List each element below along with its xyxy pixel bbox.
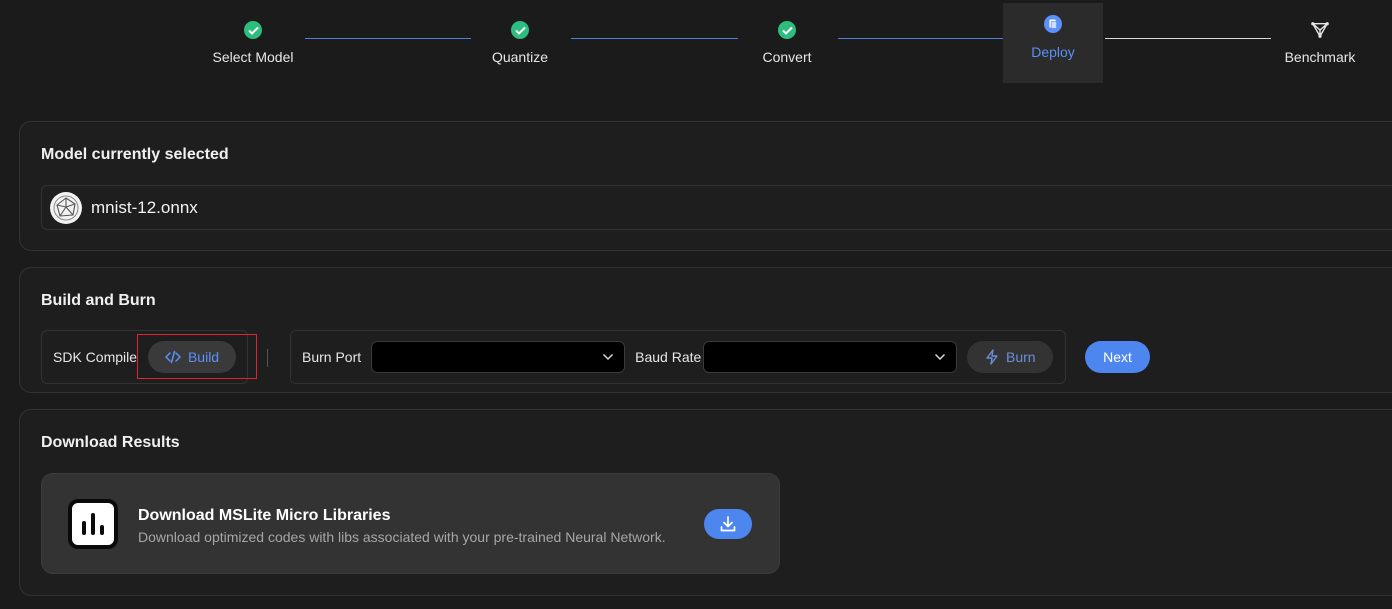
onnx-logo-icon: [50, 191, 82, 224]
step-connector-1: [305, 38, 471, 39]
build-highlight-box: [137, 334, 257, 379]
check-circle-icon: [511, 21, 529, 39]
step-label: Select Model: [212, 49, 294, 65]
download-card: Download Results Download MSLite Micro L…: [19, 409, 1392, 596]
step-connector-2: [571, 38, 738, 39]
step-label: Benchmark: [1284, 49, 1356, 65]
step-convert[interactable]: Convert: [737, 0, 837, 82]
deploy-icon: [1044, 15, 1062, 33]
model-section-title: Model currently selected: [41, 146, 229, 163]
model-name: mnist-12.onnx: [91, 197, 198, 217]
build-section-title: Build and Burn: [41, 292, 156, 309]
baud-rate-select[interactable]: [703, 341, 958, 373]
mslite-logo-icon: [68, 499, 118, 549]
step-label: Quantize: [491, 49, 549, 65]
step-label: Convert: [762, 49, 812, 65]
download-item: Download MSLite Micro Libraries Download…: [41, 473, 780, 574]
burn-button-label: Burn: [1006, 349, 1036, 365]
step-label: Deploy: [1031, 44, 1075, 60]
burn-button[interactable]: Burn: [967, 341, 1054, 373]
step-connector-4: [1105, 38, 1271, 39]
build-burn-card: Build and Burn SDK Compile Build Burn Po…: [19, 267, 1392, 393]
download-section-title: Download Results: [41, 434, 180, 451]
progress-stepper: Select Model Quantize Convert Deploy Ben…: [0, 0, 1392, 100]
baud-rate-label: Baud Rate: [635, 349, 702, 365]
step-benchmark[interactable]: Benchmark: [1270, 0, 1370, 82]
burn-port-select[interactable]: [371, 341, 626, 373]
check-circle-icon: [778, 21, 796, 39]
group-divider: [267, 349, 268, 367]
step-connector-3: [838, 38, 1005, 39]
sdk-compile-label: SDK Compile: [53, 349, 138, 365]
step-select-model[interactable]: Select Model: [203, 0, 303, 82]
chevron-down-icon: [603, 353, 614, 361]
download-item-description: Download optimized codes with libs assoc…: [138, 529, 666, 545]
model-card: Model currently selected mnist-12.onnx: [19, 121, 1392, 251]
step-deploy[interactable]: Deploy: [1003, 3, 1103, 83]
download-icon: [720, 516, 736, 532]
burn-port-label: Burn Port: [302, 349, 362, 365]
chevron-down-icon: [935, 353, 946, 361]
check-circle-icon: [244, 21, 262, 39]
benchmark-icon: [1311, 22, 1329, 38]
lightning-icon: [986, 349, 998, 365]
step-quantize[interactable]: Quantize: [470, 0, 570, 82]
download-item-title: Download MSLite Micro Libraries: [138, 507, 391, 524]
burn-group: Burn Port Baud Rate Burn: [290, 330, 1066, 384]
selected-model-row: mnist-12.onnx: [41, 185, 1392, 230]
download-button[interactable]: [704, 509, 752, 539]
next-button[interactable]: Next: [1085, 341, 1150, 373]
